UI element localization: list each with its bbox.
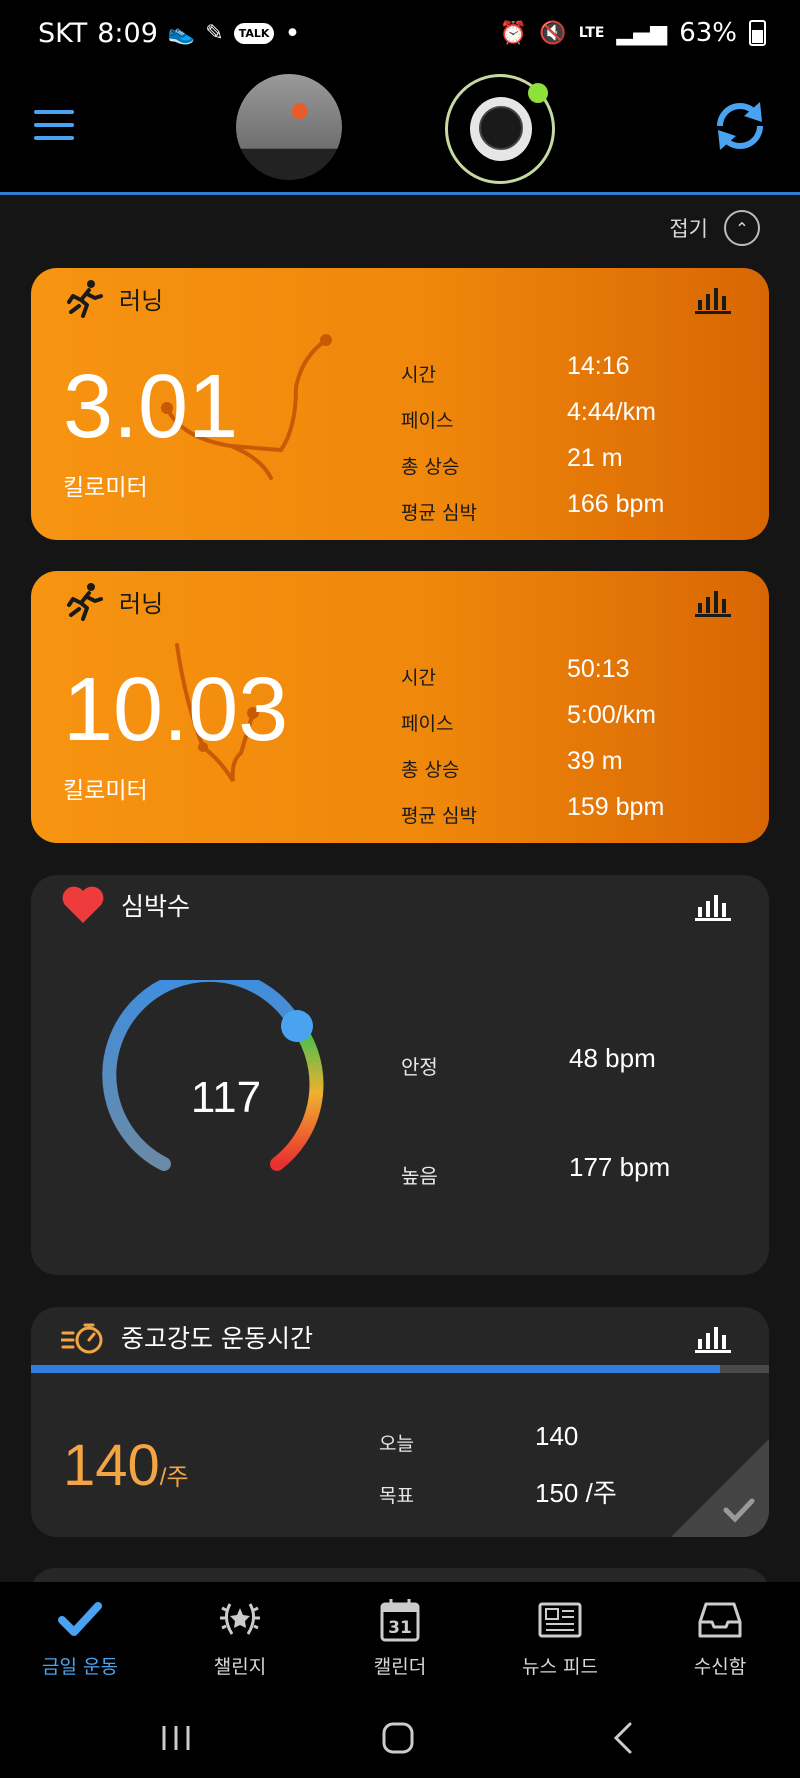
intensity-progress-fill [31, 1365, 721, 1373]
sync-icon[interactable] [710, 96, 770, 156]
nav-label: 수신함 [693, 1656, 747, 1678]
weekly-intensity-value: 140/주 [63, 1432, 189, 1499]
nav-inbox[interactable]: 수신함 [640, 1582, 800, 1698]
stat-label: 페이스 [401, 713, 454, 735]
system-navigation-bar [0, 1698, 800, 1778]
stat-value: 21 m [567, 444, 623, 472]
nav-challenges[interactable]: 챌린지 [160, 1582, 320, 1698]
nav-today[interactable]: 금일 운동 [0, 1582, 160, 1698]
stat-value: 14:16 [567, 352, 630, 380]
watch-icon [470, 97, 532, 161]
stat-label: 총 상승 [401, 456, 460, 478]
signal-icon: ▂▄▆ [616, 20, 668, 46]
nav-label: 캘린더 [373, 1656, 427, 1678]
home-icon[interactable] [378, 1720, 418, 1756]
lte-indicator: LTE [578, 25, 605, 41]
device-status-button[interactable] [445, 74, 555, 184]
resting-label: 안정 [401, 1055, 438, 1079]
nav-newsfeed[interactable]: 뉴스 피드 [480, 1582, 640, 1698]
battery-icon [749, 20, 766, 46]
high-value: 177 bpm [569, 1152, 671, 1182]
today-value: 140 [535, 1421, 579, 1451]
running-icon [67, 280, 103, 318]
high-label: 높음 [401, 1164, 438, 1188]
card-title: 중고강도 운동시간 [121, 1324, 313, 1353]
laurel-icon [220, 1603, 260, 1635]
status-bar: SKT 8:09 👟 ✎ TALK • ⏰ 🔇 LTE ▂▄▆ 63% [0, 0, 800, 72]
hamburger-menu-icon[interactable] [34, 110, 74, 140]
activity-card[interactable]: 러닝 10.03 킬로미터 시간 50:13 페이스 5:00/km 총 상승 39 … [31, 571, 769, 843]
nav-label: 챌린지 [213, 1656, 267, 1678]
stat-label: 페이스 [401, 410, 454, 432]
checkmark-icon [58, 1602, 102, 1636]
nav-label: 뉴스 피드 [522, 1656, 598, 1678]
bar-chart-icon[interactable] [695, 889, 731, 921]
stat-label: 시간 [401, 667, 436, 689]
carrier-label: SKT [38, 18, 88, 49]
stat-value: 39 m [567, 747, 623, 775]
resting-value: 48 bpm [569, 1043, 656, 1073]
app-header [0, 72, 800, 195]
chevron-up-icon: ⌃ [724, 210, 760, 246]
goal-value: 150 /주 [535, 1478, 617, 1508]
card-title: 심박수 [121, 892, 191, 921]
stopwatch-icon [61, 1323, 103, 1354]
distance-value: 10.03 [63, 660, 289, 760]
stat-value: 4:44/km [567, 398, 656, 426]
distance-unit: 킬로미터 [63, 778, 148, 804]
stat-value: 159 bpm [567, 793, 665, 821]
mute-icon: 🔇 [539, 20, 567, 46]
nav-label: 금일 운동 [42, 1656, 118, 1678]
stat-label: 총 상승 [401, 759, 460, 781]
bar-chart-icon[interactable] [695, 1321, 731, 1353]
back-icon[interactable] [604, 1720, 644, 1756]
notification-dot: • [284, 18, 301, 49]
stat-label: 평균 심박 [401, 805, 477, 827]
calendar-icon: 31 [380, 1599, 420, 1642]
kakaotalk-icon: TALK [233, 23, 275, 44]
inbox-icon [698, 1602, 742, 1638]
shoe-icon: 👟 [167, 21, 196, 46]
heart-icon [62, 886, 104, 923]
recent-apps-icon[interactable] [156, 1720, 196, 1756]
collapse-button[interactable]: 접기 ⌃ [669, 210, 760, 246]
battery-percent: 63% [679, 18, 737, 48]
running-icon [67, 583, 103, 621]
clock: 8:09 [97, 18, 158, 49]
bar-chart-icon[interactable] [695, 585, 731, 617]
stat-value: 5:00/km [567, 701, 656, 729]
today-label: 오늘 [379, 1433, 414, 1455]
heart-rate-card[interactable]: 심박수 117 안정 48 bpm 높음 177 bpm [31, 875, 769, 1275]
bottom-navigation: 금일 운동 챌린지 31 캘린더 뉴스 피드 수신함 [0, 1582, 800, 1698]
intensity-progress-bar [31, 1365, 769, 1373]
goal-label: 목표 [379, 1485, 414, 1507]
stat-value: 166 bpm [567, 490, 665, 518]
avatar[interactable] [236, 74, 342, 180]
sneaker-icon: ✎ [205, 21, 224, 46]
collapse-label: 접기 [669, 217, 708, 241]
newspaper-icon [538, 1602, 582, 1638]
activity-card[interactable]: 러닝 3.01 킬로미터 시간 14:16 페이스 4:44/km 총 상승 21 m… [31, 268, 769, 540]
stat-label: 시간 [401, 364, 436, 386]
intensity-per-week: /주 [159, 1464, 189, 1491]
activity-title: 러닝 [119, 589, 164, 618]
intensity-number: 140 [63, 1433, 160, 1498]
calendar-day: 31 [388, 1618, 412, 1638]
check-icon [723, 1498, 755, 1523]
activity-title: 러닝 [119, 286, 164, 315]
bar-chart-icon[interactable] [695, 282, 731, 314]
distance-unit: 킬로미터 [63, 475, 148, 501]
stat-value: 50:13 [567, 655, 630, 683]
alarm-icon: ⏰ [499, 20, 528, 46]
stat-label: 평균 심박 [401, 502, 477, 524]
current-heart-rate: 117 [190, 1073, 262, 1122]
distance-value: 3.01 [63, 357, 239, 457]
nav-calendar[interactable]: 31 캘린더 [320, 1582, 480, 1698]
connected-indicator [528, 83, 548, 103]
intensity-minutes-card[interactable]: 중고강도 운동시간 140/주 오늘 140 목표 150 /주 [31, 1307, 769, 1537]
